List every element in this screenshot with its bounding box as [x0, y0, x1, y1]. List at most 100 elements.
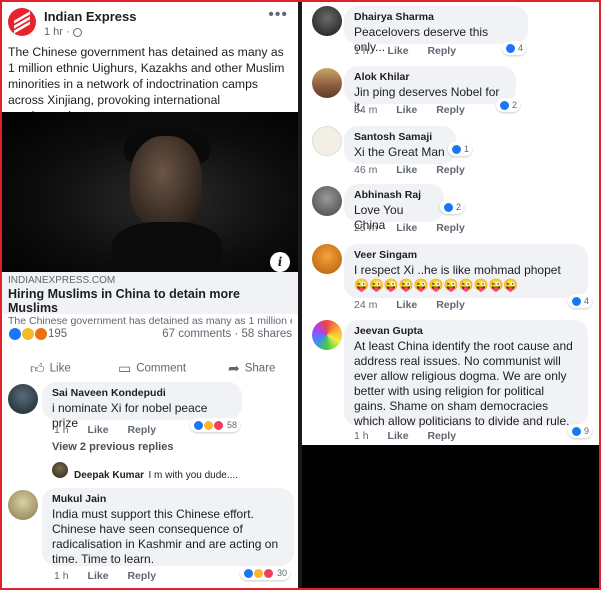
link-preview-box[interactable]: INDIANEXPRESS.COM Hiring Muslims in Chin… [2, 272, 298, 327]
globe-icon [72, 27, 82, 37]
comment-reply-link[interactable]: Reply [127, 424, 156, 436]
like-reaction-icon [505, 42, 516, 54]
comment-meta: 54 m Like Reply [354, 104, 481, 116]
comment-time[interactable]: 1 h [354, 430, 369, 442]
comments-count[interactable]: 67 comments [162, 328, 231, 340]
page-logo-icon[interactable] [8, 8, 36, 36]
share-button[interactable]: ➦ Share [228, 360, 275, 377]
comment-item: Veer Singam I respect Xi ..he is like mo… [312, 242, 593, 314]
avatar[interactable] [8, 384, 38, 414]
comment-bubble: Dhairya Sharma Peacelovers deserve this … [344, 6, 528, 54]
comment-text: India must support this Chinese effort. … [52, 507, 279, 566]
post-meta: 1 hr · [44, 26, 82, 38]
comment-reply-link[interactable]: Reply [427, 430, 456, 442]
comment-bubble: Abhinash Raj Love You China [344, 184, 444, 232]
comment-meta: 1 h Like Reply [354, 430, 472, 442]
comment-meta: 24 m Like Reply [354, 299, 481, 311]
comment-reactions[interactable]: 30 [240, 566, 291, 580]
avatar[interactable] [8, 490, 38, 520]
love-reaction-icon [263, 567, 274, 579]
like-button[interactable]: 👍︎ Like [30, 360, 71, 377]
link-title[interactable]: Hiring Muslims in China to detain more M… [8, 287, 292, 315]
comment-time[interactable]: 54 m [354, 104, 377, 116]
comment-like-link[interactable]: Like [88, 424, 109, 436]
comment-item: Alok Khilar Jin ping deserves Nobel for … [312, 64, 592, 120]
image-subject-body [112, 222, 222, 272]
comment-reactions[interactable]: 4 [568, 294, 593, 308]
avatar[interactable] [52, 462, 68, 478]
comment-reply-link[interactable]: Reply [127, 570, 156, 582]
comment-item: Dhairya Sharma Peacelovers deserve this … [312, 4, 592, 60]
comment-item: Santosh Samaji Xi the Great Man 1 46 m L… [312, 124, 592, 180]
comment-reactions[interactable]: 2 [496, 98, 521, 112]
comment-reactions[interactable]: 4 [502, 41, 527, 55]
comment-reaction-count: 2 [512, 100, 518, 110]
comment-item: Abhinash Raj Love You China 2 25 m Like … [312, 182, 592, 238]
comment-reply-link[interactable]: Reply [436, 299, 465, 311]
comment-reactions[interactable]: 58 [190, 418, 241, 432]
reaction-count[interactable]: 195 [48, 328, 67, 340]
comment-reactions[interactable]: 2 [440, 200, 465, 214]
post-actions: 👍︎ Like ▭ Comment ➦ Share [2, 356, 298, 380]
comment-like-link[interactable]: Like [88, 570, 109, 582]
comment-text: I respect Xi ..he is like mohmad phopet … [354, 263, 561, 292]
like-button-label: Like [49, 362, 71, 375]
comment-like-link[interactable]: Like [396, 299, 417, 311]
comment-time[interactable]: 25 m [354, 222, 377, 234]
comment-like-link[interactable]: Like [396, 104, 417, 116]
avatar[interactable] [312, 126, 342, 156]
comment-reply-link[interactable]: Reply [427, 45, 456, 57]
like-reaction-icon [443, 201, 454, 213]
like-reaction-icon [571, 295, 582, 307]
commenter-name[interactable]: Abhinash Raj [354, 189, 434, 201]
comment-reply-link[interactable]: Reply [436, 222, 465, 234]
comment-like-link[interactable]: Like [388, 430, 409, 442]
avatar[interactable] [312, 186, 342, 216]
info-icon[interactable]: i [270, 252, 290, 272]
comment-reactions[interactable]: 1 [448, 142, 473, 156]
comment-reaction-count: 9 [584, 426, 590, 436]
comment-bubble: Veer Singam I respect Xi ..he is like mo… [344, 244, 588, 298]
comment-time[interactable]: 24 m [354, 299, 377, 311]
commenter-name[interactable]: Alok Khilar [354, 71, 506, 83]
share-arrow-icon: ➦ [228, 360, 240, 376]
comment-meta: 1 h Like Reply [54, 570, 172, 582]
comment-like-link[interactable]: Like [396, 222, 417, 234]
commenter-name[interactable]: Dhairya Sharma [354, 11, 518, 23]
comment-like-link[interactable]: Like [396, 164, 417, 176]
commenter-name[interactable]: Jeevan Gupta [354, 325, 578, 337]
view-previous-replies-link[interactable]: View 2 previous replies [52, 441, 173, 453]
comment-button[interactable]: ▭ Comment [118, 360, 186, 377]
comment-text: Xi the Great Man [354, 145, 445, 159]
page-name[interactable]: Indian Express [44, 9, 136, 24]
comment-time[interactable]: 1 h [354, 45, 369, 57]
post-time[interactable]: 1 hr · [44, 26, 73, 38]
commenter-name[interactable]: Sai Naveen Kondepudi [52, 387, 232, 399]
comment-reply-link[interactable]: Reply [436, 104, 465, 116]
avatar[interactable] [312, 68, 342, 98]
more-options-icon[interactable]: ••• [268, 6, 288, 24]
comment-like-link[interactable]: Like [388, 45, 409, 57]
comment-reply-link[interactable]: Reply [436, 164, 465, 176]
shares-count[interactable]: 58 shares [241, 328, 292, 340]
avatar[interactable] [312, 320, 342, 350]
commenter-name[interactable]: Mukul Jain [52, 493, 284, 505]
comment-bubble: Santosh Samaji Xi the Great Man [344, 126, 456, 164]
commenter-name[interactable]: Veer Singam [354, 249, 578, 261]
post-stats: 195 67 comments · 58 shares [8, 326, 292, 346]
reply-author-name[interactable]: Deepak Kumar [74, 470, 144, 481]
comment-time[interactable]: 1 h [54, 570, 69, 582]
comment-time[interactable]: 46 m [354, 164, 377, 176]
reaction-icons[interactable] [8, 327, 49, 343]
comment-item: Jeevan Gupta At least China identify the… [312, 318, 593, 442]
comment-reactions[interactable]: 9 [568, 424, 593, 438]
commenter-name[interactable]: Santosh Samaji [354, 131, 446, 143]
comment-bubble: Alok Khilar Jin ping deserves Nobel for … [344, 66, 516, 114]
like-reaction-icon [8, 327, 22, 341]
avatar[interactable] [312, 244, 342, 274]
avatar[interactable] [312, 6, 342, 36]
comment-time[interactable]: 1 h [54, 424, 69, 436]
comments-panel: Dhairya Sharma Peacelovers deserve this … [302, 2, 599, 445]
link-preview-image[interactable]: i [2, 112, 298, 272]
love-reaction-icon [213, 419, 224, 431]
